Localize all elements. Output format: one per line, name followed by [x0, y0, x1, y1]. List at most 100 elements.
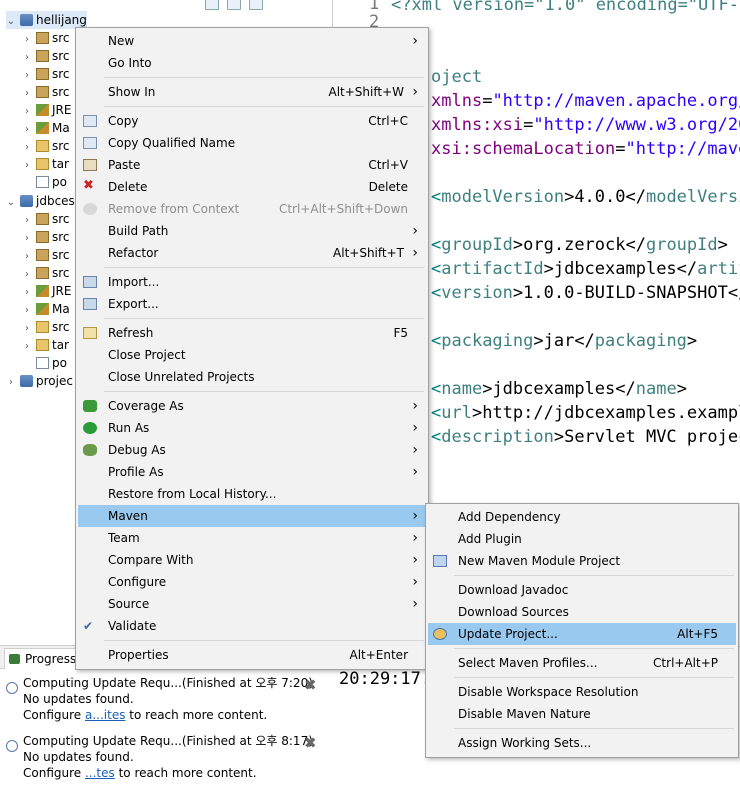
collapse-all-icon[interactable]	[205, 0, 219, 10]
menu-item-properties[interactable]: Properties Alt+Enter	[78, 644, 426, 666]
menu-item-debug-as[interactable]: Debug As ›	[78, 439, 426, 461]
tree-item-label: Ma	[52, 121, 70, 135]
submenu-arrow-icon: ›	[412, 574, 418, 590]
menu-item-assign-working-sets[interactable]: Assign Working Sets...	[428, 732, 736, 754]
tree-item[interactable]: › JRE	[22, 282, 71, 300]
tree-item[interactable]: › src	[22, 47, 70, 65]
package-icon	[36, 213, 49, 225]
tree-item[interactable]: › src	[22, 83, 70, 101]
menu-item-show-in[interactable]: Show In Alt+Shift+W ›	[78, 81, 426, 103]
menu-item-go-into[interactable]: Go Into	[78, 52, 426, 74]
menu-item-copy-qualified-name[interactable]: Copy Qualified Name	[78, 132, 426, 154]
menu-item-download-javadoc[interactable]: Download Javadoc	[428, 579, 736, 601]
menu-item-disable-workspace-resolution[interactable]: Disable Workspace Resolution	[428, 681, 736, 703]
tree-item[interactable]: › tar	[22, 336, 69, 354]
link-editor-icon[interactable]	[227, 0, 241, 10]
code-token: =	[615, 139, 626, 159]
tree-item[interactable]: › projec	[6, 372, 73, 390]
menu-item-disable-maven-nature[interactable]: Disable Maven Nature	[428, 703, 736, 725]
tree-item[interactable]: › Ma	[22, 119, 70, 137]
progress-entry-status: No updates found.	[23, 692, 134, 706]
progress-entry-title: Computing Update Requ...(Finished at 오후 …	[23, 734, 313, 748]
tree-item[interactable]: › Ma	[22, 300, 70, 318]
pom-file-icon	[36, 176, 49, 188]
context-menu: New › Go Into Show In Alt+Shift+W › Copy Ctrl+C…	[75, 27, 429, 670]
tree-item-label: jdbces	[36, 194, 75, 208]
import-icon	[83, 276, 97, 288]
menu-item-download-sources[interactable]: Download Sources	[428, 601, 736, 623]
menu-item-label: Update Project...	[458, 627, 558, 641]
menu-item-source[interactable]: Source ›	[78, 593, 426, 615]
tree-item[interactable]: › src	[22, 246, 70, 264]
menu-item-configure[interactable]: Configure ›	[78, 571, 426, 593]
tree-item-label: tar	[52, 338, 69, 352]
menu-item-export[interactable]: Export...	[78, 293, 426, 315]
code-line: <groupId>org.zerock</groupId>	[431, 234, 728, 256]
menu-item-shortcut: Alt+Shift+T	[333, 246, 404, 260]
tree-item-label: src	[52, 67, 70, 81]
menu-item-validate[interactable]: ✔ Validate	[78, 615, 426, 637]
menu-item-add-dependency[interactable]: Add Dependency	[428, 506, 736, 528]
menu-item-delete[interactable]: ✖ Delete Delete	[78, 176, 426, 198]
remove-entry-icon[interactable]: ✖	[304, 676, 317, 694]
menu-item-team[interactable]: Team ›	[78, 527, 426, 549]
menu-item-shortcut: Alt+Enter	[349, 648, 408, 662]
code-token: >Servlet MVC projec	[553, 427, 740, 447]
menu-item-profile-as[interactable]: Profile As ›	[78, 461, 426, 483]
tree-item[interactable]: › src	[22, 264, 70, 282]
tree-item[interactable]: › src	[22, 65, 70, 83]
tree-item[interactable]: › src	[22, 210, 70, 228]
menu-item-select-maven-profiles[interactable]: Select Maven Profiles... Ctrl+Alt+P	[428, 652, 736, 674]
tree-item[interactable]: po	[22, 173, 67, 191]
menu-item-new-maven-module-project[interactable]: New Maven Module Project	[428, 550, 736, 572]
tree-item[interactable]: › tar	[22, 155, 69, 173]
library-icon	[36, 303, 49, 315]
code-token: name	[441, 379, 483, 399]
tree-item[interactable]: ⌄ jdbces	[6, 192, 75, 210]
menu-item-build-path[interactable]: Build Path ›	[78, 220, 426, 242]
menu-item-add-plugin[interactable]: Add Plugin	[428, 528, 736, 550]
filter-icon[interactable]	[249, 0, 263, 10]
configure-link[interactable]: a...ites	[85, 708, 125, 722]
chevron-down-icon[interactable]: ⌄	[6, 194, 16, 212]
menu-item-restore-from-local-history[interactable]: Restore from Local History...	[78, 483, 426, 505]
remove-entry-icon[interactable]: ✖	[304, 734, 317, 752]
menu-item-coverage-as[interactable]: Coverage As ›	[78, 395, 426, 417]
hint-suffix: to reach more content.	[125, 708, 268, 722]
configure-link[interactable]: ...tes	[85, 766, 115, 780]
folder-icon	[36, 158, 49, 170]
menu-item-run-as[interactable]: Run As ›	[78, 417, 426, 439]
tree-item[interactable]: › src	[22, 228, 70, 246]
menu-item-compare-with[interactable]: Compare With ›	[78, 549, 426, 571]
menu-item-refresh[interactable]: Refresh F5	[78, 322, 426, 344]
menu-item-update-project[interactable]: Update Project... Alt+F5	[428, 623, 736, 645]
code-token: "http://mave	[625, 139, 740, 159]
tree-item[interactable]: po	[22, 354, 67, 372]
menu-item-paste[interactable]: Paste Ctrl+V	[78, 154, 426, 176]
clock-icon	[6, 740, 18, 752]
menu-item-label: Team	[108, 531, 140, 545]
remove-context-icon	[83, 203, 97, 215]
menu-item-maven[interactable]: Maven ›	[78, 505, 426, 527]
chevron-down-icon[interactable]: ⌄	[6, 13, 16, 31]
menu-item-copy[interactable]: Copy Ctrl+C	[78, 110, 426, 132]
code-token: <	[431, 187, 442, 207]
code-token: "http://maven.apache.org/	[492, 91, 740, 111]
package-icon	[36, 86, 49, 98]
tree-item[interactable]: › JRE	[22, 101, 71, 119]
delete-icon: ✖	[83, 178, 94, 193]
debug-icon	[83, 444, 97, 456]
menu-item-close-project[interactable]: Close Project	[78, 344, 426, 366]
menu-item-refactor[interactable]: Refactor Alt+Shift+T ›	[78, 242, 426, 264]
menu-item-import[interactable]: Import...	[78, 271, 426, 293]
tree-item[interactable]: › src	[22, 318, 70, 336]
tree-item[interactable]: › src	[22, 137, 70, 155]
code-token: version	[441, 283, 513, 303]
chevron-right-icon[interactable]: ›	[6, 374, 16, 392]
menu-item-label: New Maven Module Project	[458, 554, 621, 568]
menu-item-close-unrelated-projects[interactable]: Close Unrelated Projects	[78, 366, 426, 388]
menu-item-new[interactable]: New ›	[78, 30, 426, 52]
update-project-icon	[433, 628, 447, 640]
tab-progress[interactable]: Progress	[4, 648, 84, 669]
tree-item[interactable]: › src	[22, 29, 70, 47]
